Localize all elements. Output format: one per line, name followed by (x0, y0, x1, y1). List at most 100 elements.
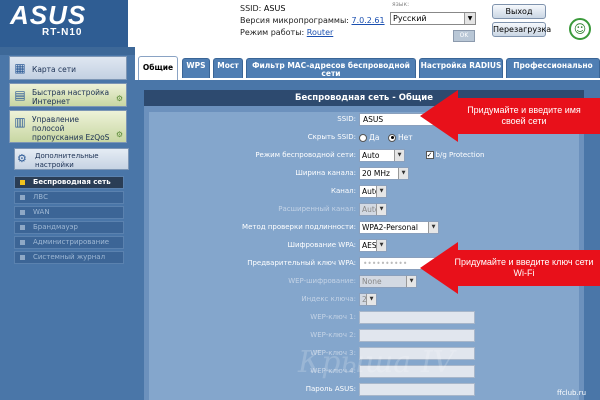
firmware-label: Версия микропрограммы: (240, 16, 349, 25)
auth-method-label: Метод проверки подлинности: (242, 223, 356, 231)
row-wep-key1: WEP-ключ 1: (149, 310, 579, 326)
wep-key2-input[interactable] (359, 329, 475, 342)
sidebar-item-administration[interactable]: Администрирование (14, 236, 124, 249)
chevron-down-icon: ▼ (376, 240, 386, 251)
status-smiley-icon: ☺ (569, 18, 591, 40)
sidebar-item-label: Администрирование (33, 238, 110, 246)
ssid-callout: Придумайте и введите имя своей сети (420, 90, 600, 142)
chevron-down-icon: ▼ (394, 150, 404, 161)
header: ASUS RT-N10 SSID: ASUS Версия микропрогр… (0, 0, 600, 47)
bullet-icon (20, 210, 25, 215)
sidebar-item-label: Системный журнал (33, 253, 106, 261)
key-callout: Придумайте и введите ключ сети Wi-Fi (420, 242, 600, 294)
sidebar-item-network-map[interactable]: ▦ Карта сети (9, 56, 127, 80)
tab-radius[interactable]: Настройка RADIUS (419, 58, 503, 78)
wireless-mode-value: Auto (362, 151, 380, 160)
language-ok-button[interactable]: OK (453, 30, 475, 42)
asus-password-label: Пароль ASUS: (305, 385, 356, 393)
wep-key1-label: WEP-ключ 1: (310, 313, 356, 321)
model-name: RT-N10 (42, 27, 83, 38)
hide-ssid-yes-label: Да (369, 133, 380, 142)
gear-icon: ⚙ (115, 130, 123, 139)
qos-icon: ▥ (14, 115, 26, 129)
bullet-icon (20, 225, 25, 230)
key-index-select[interactable]: 2 ▼ (359, 293, 377, 306)
asus-password-input[interactable] (359, 383, 475, 396)
wpa-encryption-label: Шифрование WPA: (287, 241, 356, 249)
wpa-encryption-select[interactable]: AES ▼ (359, 239, 387, 252)
ext-channel-select[interactable]: Auto ▼ (359, 203, 387, 216)
bg-protection-label: b/g Protection (435, 150, 485, 159)
channel-select[interactable]: Auto ▼ (359, 185, 387, 198)
wpa-encryption-value: AES (362, 241, 377, 250)
ext-channel-label: Расширенный канал: (278, 205, 356, 213)
tab-mac-filter[interactable]: Фильтр MAC-адресов беспроводной сети (246, 58, 416, 78)
sidebar-advanced-header[interactable]: ⚙ Дополнительные настройки (14, 148, 129, 170)
mode-link[interactable]: Router (307, 28, 334, 37)
bullet-icon (20, 180, 25, 185)
bg-protection-checkbox[interactable]: ✓ (425, 150, 434, 159)
sidebar-item-wireless[interactable]: Беспроводная сеть (14, 176, 124, 189)
channel-width-select[interactable]: 20 MHz ▼ (359, 167, 409, 180)
channel-width-label: Ширина канала: (295, 169, 356, 177)
language-select[interactable]: Русский ▼ (390, 12, 476, 25)
wep-encryption-label: WEP-шифрование: (288, 277, 356, 285)
wep-encryption-select[interactable]: None ▼ (359, 275, 417, 288)
row-key-index: Индекс ключа: 2 ▼ (149, 292, 579, 308)
sidebar-item-wan[interactable]: WAN (14, 206, 124, 219)
sidebar-item-quick-setup[interactable]: ▤ Быстрая настройка Интернет ⚙ (9, 83, 127, 107)
footer-site: ffclub.ru (557, 389, 587, 397)
row-wep-key2: WEP-ключ 2: (149, 328, 579, 344)
hide-ssid-no-radio[interactable] (388, 133, 397, 142)
sidebar-top-strip (0, 47, 135, 55)
ssid-callout-text: Придумайте и введите имя своей сети (467, 105, 581, 126)
asus-logo: ASUS (10, 0, 87, 30)
wpa-key-label: Предварительный ключ WPA: (247, 259, 356, 267)
chevron-down-icon: ▼ (376, 204, 386, 215)
chevron-down-icon: ▼ (366, 294, 376, 305)
reboot-button[interactable]: Перезагрузка (492, 22, 551, 37)
chevron-down-icon: ▼ (376, 186, 386, 197)
settings-icon: ⚙ (17, 152, 27, 165)
key-index-label: Индекс ключа: (301, 295, 356, 303)
mode-label: Режим работы: (240, 28, 305, 37)
sidebar-item-label: Брандмауэр (33, 223, 78, 231)
tab-wps[interactable]: WPS (182, 58, 210, 78)
chevron-down-icon: ▼ (428, 222, 438, 233)
sidebar-item-label: WAN (33, 208, 50, 216)
ssid-label: SSID: (337, 115, 356, 123)
logout-button[interactable]: Выход (492, 4, 546, 19)
tab-general[interactable]: Общие (138, 56, 178, 80)
bullet-icon (20, 255, 25, 260)
wep-key1-input[interactable] (359, 311, 475, 324)
row-wireless-mode: Режим беспроводной сети: Auto ▼ ✓ b/g Pro… (149, 148, 579, 164)
sidebar-advanced-label: Дополнительные настройки (35, 152, 99, 169)
sidebar-item-firewall[interactable]: Брандмауэр (14, 221, 124, 234)
row-ext-channel: Расширенный канал: Auto ▼ (149, 202, 579, 218)
ssid-info-label: SSID: (240, 4, 262, 13)
hide-ssid-no-label: Нет (398, 133, 413, 142)
bullet-icon (20, 240, 25, 245)
bullet-icon (20, 195, 25, 200)
chevron-down-icon: ▼ (398, 168, 408, 179)
row-channel: Канал: Auto ▼ (149, 184, 579, 200)
network-map-icon: ▦ (14, 61, 26, 75)
hide-ssid-yes-radio[interactable] (359, 133, 367, 142)
tabs-bar: Общие WPS Мост Фильтр MAC-адресов беспро… (135, 47, 600, 80)
wireless-mode-select[interactable]: Auto ▼ (359, 149, 405, 162)
chevron-down-icon: ▼ (406, 276, 416, 287)
sidebar-item-syslog[interactable]: Системный журнал (14, 251, 124, 264)
sidebar-item-label: Беспроводная сеть (33, 178, 111, 186)
sidebar-item-ezqos[interactable]: ▥ Управление полосой пропускания EzQoS ⚙ (9, 110, 127, 143)
asus-logo-area: ASUS RT-N10 (0, 0, 128, 47)
auth-method-select[interactable]: WPA2-Personal ▼ (359, 221, 439, 234)
tab-professional[interactable]: Профессионально (506, 58, 600, 78)
wep-encryption-value: None (362, 277, 382, 286)
sidebar: ▦ Карта сети ▤ Быстрая настройка Интерне… (0, 47, 135, 400)
sidebar-item-lan[interactable]: ЛВС (14, 191, 124, 204)
tab-bridge[interactable]: Мост (213, 58, 243, 78)
firmware-link[interactable]: 7.0.2.61 (352, 16, 385, 25)
wep-key2-label: WEP-ключ 2: (310, 331, 356, 339)
watermark: Крыша IV (298, 345, 455, 380)
key-callout-text: Придумайте и введите ключ сети Wi-Fi (454, 257, 594, 278)
